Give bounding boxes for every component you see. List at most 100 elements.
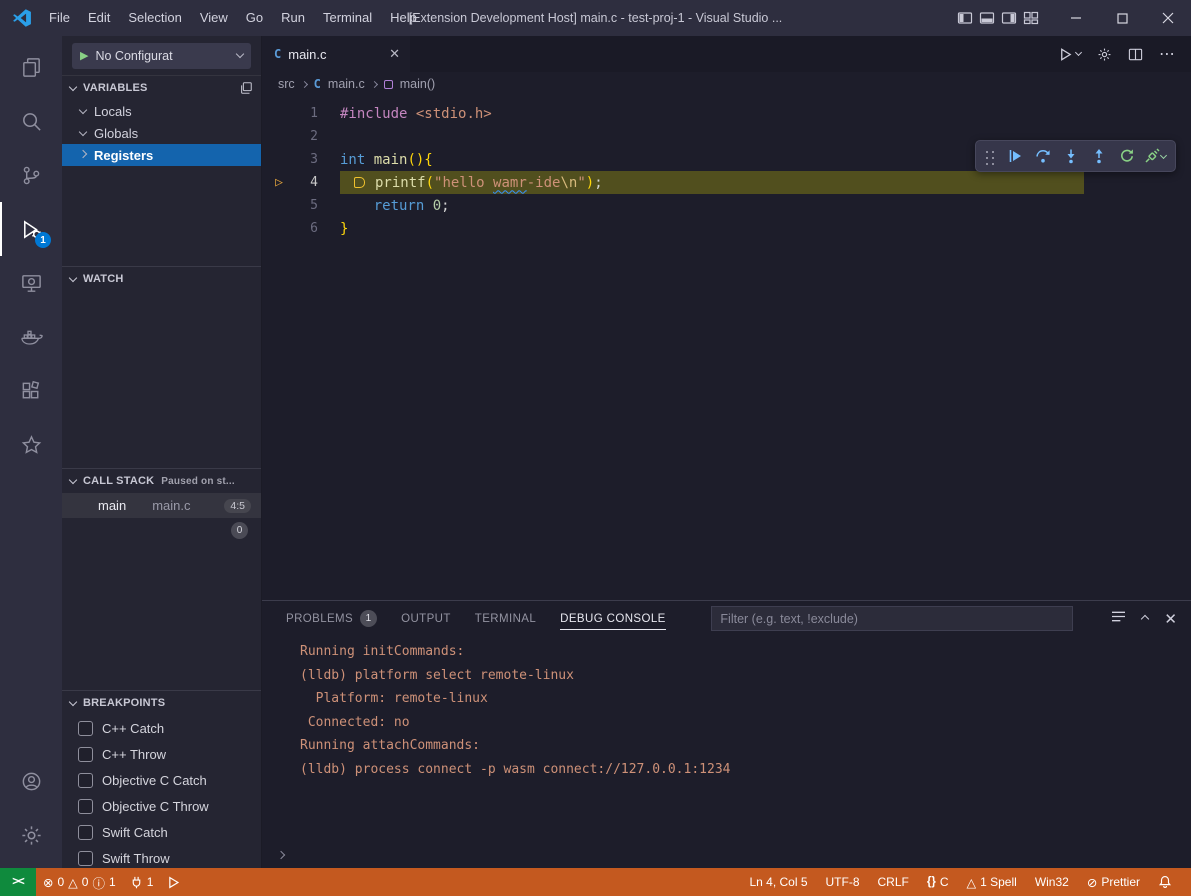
breakpoint-item[interactable]: C++ Catch — [62, 715, 261, 741]
start-debug-icon[interactable]: ▶ — [80, 49, 88, 62]
cursor-position[interactable]: Ln 4, Col 5 — [740, 868, 816, 896]
editor-settings-gear-icon[interactable] — [1097, 47, 1112, 62]
maximize-panel-icon[interactable] — [1141, 614, 1149, 622]
language-mode[interactable]: {} C — [918, 868, 958, 896]
run-and-debug-icon[interactable]: 1 — [0, 202, 62, 256]
tab-debug-console[interactable]: DEBUG CONSOLE — [560, 601, 666, 636]
breakpoint-item[interactable]: Objective C Catch — [62, 767, 261, 793]
tab-main-c[interactable]: C main.c ✕ — [262, 36, 410, 72]
spell-checker-status[interactable]: △ 1 Spell — [957, 868, 1025, 896]
source-control-icon[interactable] — [0, 148, 62, 202]
breakpoint-item[interactable]: Swift Catch — [62, 819, 261, 845]
disconnect-button[interactable] — [1142, 143, 1168, 169]
debug-status-icon — [167, 876, 180, 889]
breakpoint-checkbox[interactable] — [78, 851, 93, 866]
tab-terminal[interactable]: TERMINAL — [475, 601, 536, 636]
toggle-panel-icon[interactable] — [979, 10, 995, 26]
docker-icon[interactable] — [0, 310, 62, 364]
toggle-primary-sidebar-icon[interactable] — [957, 10, 973, 26]
code-text[interactable]: printf("hello wamr-ide\n"); — [340, 171, 1084, 194]
toolbar-drag-grip[interactable] — [983, 148, 996, 165]
restart-button[interactable] — [1114, 143, 1140, 169]
platform-indicator[interactable]: Win32 — [1026, 868, 1078, 896]
menu-edit[interactable]: Edit — [79, 0, 119, 36]
breadcrumb-symbol[interactable]: main() — [400, 77, 435, 91]
star-icon[interactable] — [0, 418, 62, 472]
close-button[interactable] — [1145, 0, 1191, 36]
code-text[interactable]: return 0; — [340, 194, 450, 217]
call-stack-header[interactable]: CALL STACK Paused on st... — [62, 469, 261, 493]
code-line[interactable]: 5 return 0; — [262, 194, 1191, 217]
debug-status[interactable] — [160, 868, 187, 896]
breakpoint-checkbox[interactable] — [78, 825, 93, 840]
notifications-bell[interactable] — [1149, 868, 1181, 896]
formatter-status[interactable]: ⊘ Prettier — [1078, 868, 1149, 896]
current-frame-gutter-arrow[interactable]: ▷ — [262, 171, 296, 194]
console-output[interactable]: Running initCommands:(lldb) platform sel… — [262, 636, 1191, 842]
variables-scope-registers[interactable]: Registers — [62, 144, 261, 166]
explorer-icon[interactable] — [0, 40, 62, 94]
settings-gear-icon[interactable] — [0, 808, 62, 862]
code-text[interactable]: #include <stdio.h> — [340, 102, 492, 125]
breakpoint-item[interactable]: C++ Throw — [62, 741, 261, 767]
menu-go[interactable]: Go — [237, 0, 272, 36]
console-input-row[interactable] — [262, 842, 1191, 868]
console-filter-input[interactable] — [711, 606, 1073, 631]
encoding-indicator[interactable]: UTF-8 — [817, 868, 869, 896]
continue-button[interactable] — [1002, 143, 1028, 169]
toggle-secondary-sidebar-icon[interactable] — [1001, 10, 1017, 26]
problems-status[interactable]: ⊗ 0 △ 0 ⓘ 1 — [36, 868, 123, 896]
menu-selection[interactable]: Selection — [119, 0, 190, 36]
menu-run[interactable]: Run — [272, 0, 314, 36]
code-line[interactable]: ▷4printf("hello wamr-ide\n"); — [262, 171, 1191, 194]
code-line[interactable]: 1#include <stdio.h> — [262, 102, 1191, 125]
breakpoint-item[interactable]: Swift Throw — [62, 845, 261, 868]
tab-problems[interactable]: PROBLEMS 1 — [286, 601, 377, 636]
code-text[interactable]: } — [340, 217, 348, 240]
code-token — [340, 198, 374, 214]
variables-scope-globals[interactable]: Globals — [62, 122, 261, 144]
more-actions-icon[interactable]: ⋯ — [1159, 44, 1175, 64]
breakpoint-checkbox[interactable] — [78, 799, 93, 814]
variables-scope-locals[interactable]: Locals — [62, 100, 261, 122]
stack-frame-row[interactable]: main main.c 4:5 — [62, 493, 261, 518]
code-editor[interactable]: 1#include <stdio.h>23int main(){▷4printf… — [262, 96, 1191, 600]
eol-indicator[interactable]: CRLF — [869, 868, 918, 896]
breakpoint-item[interactable]: Objective C Throw — [62, 793, 261, 819]
breakpoint-checkbox[interactable] — [78, 773, 93, 788]
accounts-icon[interactable] — [0, 754, 62, 808]
remote-indicator[interactable]: >< — [0, 868, 36, 896]
remote-explorer-icon[interactable] — [0, 256, 62, 310]
breakpoint-checkbox[interactable] — [78, 721, 93, 736]
menu-view[interactable]: View — [191, 0, 237, 36]
tab-output[interactable]: OUTPUT — [401, 601, 451, 636]
step-over-button[interactable] — [1030, 143, 1056, 169]
run-file-button[interactable] — [1058, 47, 1081, 62]
close-panel-icon[interactable]: ✕ — [1164, 610, 1177, 628]
minimize-button[interactable] — [1053, 0, 1099, 36]
tab-close-icon[interactable]: ✕ — [389, 46, 400, 62]
breakpoint-checkbox[interactable] — [78, 747, 93, 762]
search-icon[interactable] — [0, 94, 62, 148]
braces-icon: {} — [927, 876, 936, 888]
watch-header[interactable]: WATCH — [62, 267, 261, 291]
menu-terminal[interactable]: Terminal — [314, 0, 381, 36]
breadcrumb-src[interactable]: src — [278, 77, 295, 91]
split-editor-icon[interactable] — [1128, 47, 1143, 62]
variables-actions-icon[interactable] — [239, 81, 253, 95]
step-out-button[interactable] — [1086, 143, 1112, 169]
customize-layout-icon[interactable] — [1023, 10, 1039, 26]
prettier-icon: ⊘ — [1087, 875, 1097, 890]
variables-header[interactable]: VARIABLES — [62, 76, 261, 100]
launch-config-dropdown[interactable]: ▶ No Configurat — [72, 43, 251, 69]
ports-status[interactable]: 1 — [123, 868, 161, 896]
extensions-icon[interactable] — [0, 364, 62, 418]
code-text[interactable]: int main(){ — [340, 148, 433, 171]
breakpoints-header[interactable]: BREAKPOINTS — [62, 691, 261, 715]
maximize-button[interactable] — [1099, 0, 1145, 36]
output-actions-icon[interactable] — [1111, 610, 1126, 628]
menu-file[interactable]: File — [40, 0, 79, 36]
code-line[interactable]: 6} — [262, 217, 1191, 240]
step-into-button[interactable] — [1058, 143, 1084, 169]
breadcrumb-file[interactable]: main.c — [328, 77, 365, 91]
